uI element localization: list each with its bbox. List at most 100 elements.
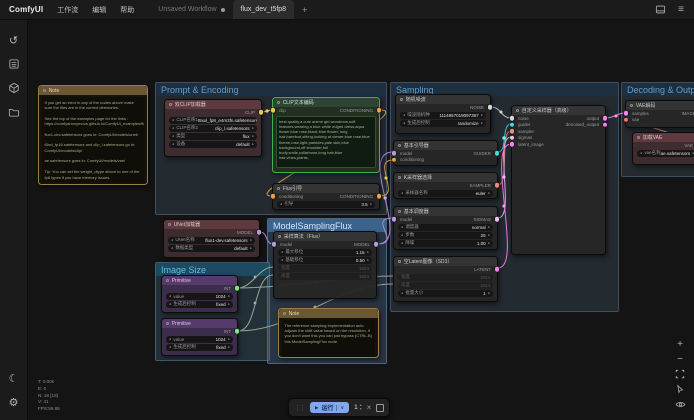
new-workflow-tab-button[interactable]: + bbox=[302, 5, 307, 15]
node-dualcliploader-titlebar[interactable]: 双CLIP加载器 bbox=[165, 100, 261, 109]
zoom-in-button[interactable]: + bbox=[674, 338, 686, 350]
fit-view-button[interactable] bbox=[674, 368, 686, 380]
node-randomnoise[interactable]: 随机噪波 NOISE ◂噪波随机种1114957019097397▸ ◂生成后控… bbox=[395, 94, 491, 134]
node-primitive-height-titlebar[interactable]: Primitive bbox=[162, 319, 237, 328]
menu-workflow[interactable]: 工作流 bbox=[57, 5, 78, 15]
sidebar-model-library-button[interactable] bbox=[0, 76, 28, 100]
widget-control-after-generate[interactable]: ◂生成后控制randomize▸ bbox=[400, 120, 486, 127]
node-emptysd3latentimage[interactable]: 空Latent图像（SD3） LATENT 宽度1024 高度1024 ◂批量大… bbox=[393, 256, 498, 302]
clear-queue-button[interactable]: × bbox=[367, 403, 372, 412]
node-ksamplerselect[interactable]: K采样器选择 SAMPLER ◂采样器名称euler▸ bbox=[393, 172, 498, 199]
collapse-icon[interactable] bbox=[278, 235, 281, 238]
widget-clip-name1[interactable]: ◂CLIP名称1t5xxl_fp8_e4m3fn.safetensors▸ bbox=[169, 117, 257, 124]
input-model[interactable] bbox=[392, 217, 396, 221]
batch-count-stepper[interactable]: 1 ▴▾ bbox=[354, 404, 361, 411]
node-cliptextencode-titlebar[interactable]: CLIP文本编码 bbox=[273, 98, 379, 107]
input-widget-width[interactable]: 宽度1024 bbox=[278, 265, 372, 272]
node-randomnoise-titlebar[interactable]: 随机噪波 bbox=[396, 95, 490, 104]
group-prompt-encoding-title[interactable]: Prompt & Encoding bbox=[156, 83, 386, 96]
collapse-icon[interactable] bbox=[277, 187, 280, 190]
toggle-links-button[interactable] bbox=[674, 398, 686, 410]
collapse-icon[interactable] bbox=[169, 103, 172, 106]
collapse-icon[interactable] bbox=[398, 176, 401, 179]
collapse-icon[interactable] bbox=[166, 279, 169, 282]
widget-base-shift[interactable]: ◂基础移位0.50▸ bbox=[278, 257, 372, 264]
main-menu-icon[interactable]: ≡ bbox=[678, 4, 684, 15]
collapse-icon[interactable] bbox=[400, 98, 403, 101]
sidebar-history-button[interactable]: ↺ bbox=[0, 28, 28, 52]
node-samplercustomadvanced[interactable]: 自定义采样器（高级） noise output guider denoised_… bbox=[511, 105, 606, 255]
widget-batch-size[interactable]: ◂批量大小1▸ bbox=[398, 290, 493, 297]
collapse-icon[interactable] bbox=[166, 322, 169, 325]
group-decoding-output-title[interactable]: Decoding & Output bbox=[622, 83, 694, 96]
bottom-panel-toggle-icon[interactable] bbox=[655, 4, 666, 15]
collapse-icon[interactable] bbox=[277, 101, 280, 104]
graph-canvas[interactable]: Prompt & Encoding Sampling Decoding & Ou… bbox=[0, 0, 694, 420]
stop-button[interactable] bbox=[376, 404, 384, 412]
node-fluxguidance-titlebar[interactable]: Flux引导 bbox=[273, 184, 379, 193]
tab-unsaved-workflow[interactable]: Unsaved Workflow bbox=[150, 0, 232, 19]
tab-flux-dev[interactable]: flux_dev_t5fp8 bbox=[233, 0, 295, 19]
node-note-msf[interactable]: Note The reference sampling implementati… bbox=[278, 308, 379, 358]
collapse-icon[interactable] bbox=[168, 223, 171, 226]
input-sigmas[interactable] bbox=[510, 136, 514, 140]
run-button[interactable]: ▶ 运行 ∨ bbox=[310, 402, 349, 413]
sidebar-workflows-button[interactable] bbox=[0, 100, 28, 124]
collapse-icon[interactable] bbox=[398, 260, 401, 263]
zoom-out-button[interactable]: − bbox=[674, 353, 686, 365]
input-conditioning[interactable] bbox=[392, 158, 396, 162]
widget-noise-seed[interactable]: ◂噪波随机种1114957019097397▸ bbox=[400, 112, 486, 119]
node-modelsamplingflux-titlebar[interactable]: 采样算法（Flux） bbox=[274, 232, 376, 241]
node-note[interactable]: Note If you get an error in any of the n… bbox=[38, 85, 148, 185]
node-vaeloader-titlebar[interactable]: 加载VAE bbox=[633, 133, 694, 142]
collapse-icon[interactable] bbox=[398, 144, 401, 147]
menu-help[interactable]: 帮助 bbox=[120, 5, 134, 15]
node-basicguider[interactable]: 基本引导器 model GUIDER conditioning bbox=[393, 140, 498, 166]
widget-clip-name2[interactable]: ◂CLIP名称2clip_l.safetensors▸ bbox=[169, 125, 257, 132]
input-model[interactable] bbox=[392, 151, 396, 155]
input-model[interactable] bbox=[272, 242, 276, 246]
node-primitive-width[interactable]: Primitive INT ◂value1024▸ ◂生成后控制fixed▸ bbox=[161, 275, 238, 313]
settings-button[interactable]: ⚙ bbox=[0, 390, 28, 414]
step-down-icon[interactable]: ▾ bbox=[360, 408, 362, 411]
node-vaedecode[interactable]: VAE解码 samples IMAGE vae bbox=[625, 100, 694, 128]
widget-vae-name[interactable]: ◂vae名称ae.safetensors▸ bbox=[637, 150, 694, 157]
theme-toggle-button[interactable]: ☾ bbox=[0, 366, 28, 390]
node-modelsamplingflux[interactable]: 采样算法（Flux） model MODEL ◂最大移位1.15▸ ◂基础移位0… bbox=[273, 231, 377, 299]
node-basicscheduler-titlebar[interactable]: 基本调度器 bbox=[394, 207, 497, 216]
node-vaedecode-titlebar[interactable]: VAE解码 bbox=[626, 101, 694, 110]
node-dualcliploader[interactable]: 双CLIP加载器 CLIP ◂CLIP名称1t5xxl_fp8_e4m3fn.s… bbox=[164, 99, 262, 157]
node-basicscheduler[interactable]: 基本调度器 model SIGMAS ◂调度器normal▸ ◂步数25▸ ◂降… bbox=[393, 206, 498, 250]
node-unetloader-titlebar[interactable]: UNet加载器 bbox=[164, 220, 259, 229]
widget-denoise[interactable]: ◂降噪1.00▸ bbox=[398, 240, 493, 247]
node-note-msf-titlebar[interactable]: Note bbox=[279, 309, 378, 318]
widget-weight-dtype[interactable]: ◂数据类型default▸ bbox=[168, 245, 255, 252]
node-cliptextencode[interactable]: CLIP文本编码 clip CONDITIONING best quality,… bbox=[272, 97, 380, 173]
node-ksamplerselect-titlebar[interactable]: K采样器选择 bbox=[394, 173, 497, 182]
widget-guidance[interactable]: ◂引导3.5▸ bbox=[277, 201, 375, 208]
note-text[interactable]: If you get an error in any of the nodes … bbox=[42, 97, 144, 182]
input-widget-width[interactable]: 宽度1024 bbox=[398, 274, 493, 281]
node-emptysd3latentimage-titlebar[interactable]: 空Latent图像（SD3） bbox=[394, 257, 497, 266]
node-fluxguidance[interactable]: Flux引导 conditioning CONDITIONING ◂引导3.5▸ bbox=[272, 183, 380, 210]
node-basicguider-titlebar[interactable]: 基本引导器 bbox=[394, 141, 497, 150]
input-noise[interactable] bbox=[510, 116, 514, 120]
widget-scheduler[interactable]: ◂调度器normal▸ bbox=[398, 224, 493, 231]
output-model[interactable] bbox=[257, 230, 261, 234]
queue-toolbar[interactable]: ⋮⋮ ▶ 运行 ∨ 1 ▴▾ × bbox=[288, 398, 390, 417]
menu-edit[interactable]: 编辑 bbox=[92, 5, 106, 15]
select-mode-button[interactable] bbox=[674, 383, 686, 395]
input-samples[interactable] bbox=[624, 111, 628, 115]
input-widget-height[interactable]: 高度1024 bbox=[398, 282, 493, 289]
input-conditioning[interactable] bbox=[271, 194, 275, 198]
node-primitive-height[interactable]: Primitive INT ◂value1024▸ ◂生成后控制fixed▸ bbox=[161, 318, 238, 356]
widget-max-shift[interactable]: ◂最大移位1.15▸ bbox=[278, 249, 372, 256]
note-text[interactable]: The reference sampling implementation au… bbox=[282, 320, 375, 357]
input-widget-height[interactable]: 高度1024 bbox=[278, 273, 372, 280]
widget-control-after-generate[interactable]: ◂生成后控制fixed▸ bbox=[166, 301, 233, 308]
widget-sampler-name[interactable]: ◂采样器名称euler▸ bbox=[398, 190, 493, 197]
input-vae[interactable] bbox=[624, 118, 628, 122]
node-primitive-width-titlebar[interactable]: Primitive bbox=[162, 276, 237, 285]
prompt-textarea[interactable]: best quality,a cute anime girl,wondrous,… bbox=[276, 116, 376, 168]
widget-type[interactable]: ◂类型flux▸ bbox=[169, 133, 257, 140]
